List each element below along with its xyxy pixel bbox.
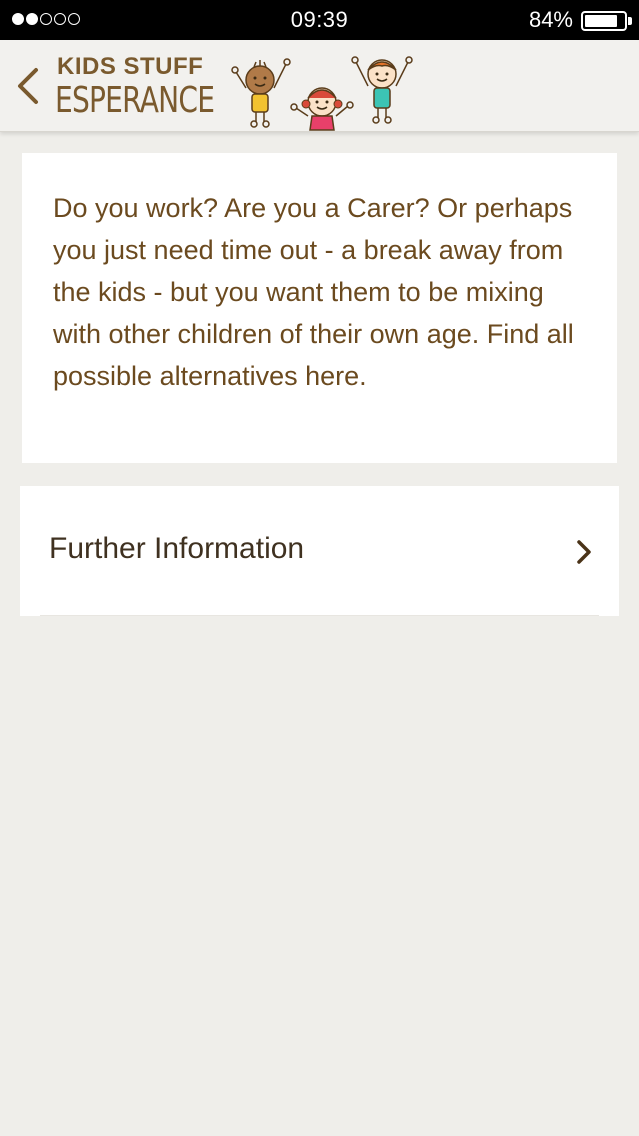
nav-bar: KIDS STUFF ESPERANCE xyxy=(0,40,639,132)
intro-paragraph: Do you work? Are you a Carer? Or perhaps… xyxy=(53,193,574,391)
further-information-label: Further Information xyxy=(49,532,305,565)
row-divider xyxy=(40,615,599,616)
battery-icon xyxy=(581,11,627,31)
logo-title-line2: ESPERANCE xyxy=(55,80,215,121)
battery-tip xyxy=(628,17,632,25)
status-bar: 09:39 84% xyxy=(0,0,639,40)
chevron-right-icon xyxy=(577,540,591,564)
kids-illustration-icon xyxy=(231,56,413,131)
intro-card: Do you work? Are you a Carer? Or perhaps… xyxy=(22,153,617,463)
battery-percentage: 84% xyxy=(528,7,573,32)
logo-title-line1: KIDS STUFF xyxy=(57,53,204,80)
chevron-left-icon[interactable] xyxy=(14,64,44,108)
battery-level-fill xyxy=(585,15,617,27)
further-information-row[interactable]: Further Information xyxy=(20,486,619,616)
